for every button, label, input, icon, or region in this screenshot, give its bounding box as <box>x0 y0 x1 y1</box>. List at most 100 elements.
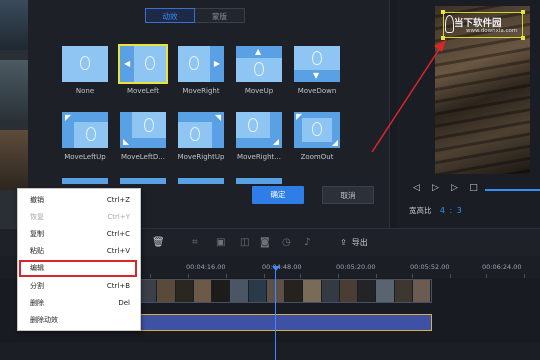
effect-move-left-down[interactable]: ◣ MoveLeftD... <box>114 112 172 161</box>
frame-icon[interactable]: ▣ <box>216 237 225 248</box>
effect-thumbnail: ◢ <box>236 112 282 148</box>
effect-move-left-up[interactable]: ◤ MoveLeftUp <box>56 112 114 161</box>
video-preview[interactable]: 当下软件园 www.downxia.com <box>435 6 530 174</box>
effect-label: MoveRight <box>182 87 220 95</box>
balloon-icon <box>312 51 322 65</box>
menu-item-edit[interactable]: 编辑 <box>19 260 137 277</box>
time-label: 00:04:16.00 <box>186 263 226 271</box>
audio-track-clip[interactable] <box>138 314 432 331</box>
effect-cell[interactable] <box>172 178 230 184</box>
menu-item-shortcut: Ctrl+C <box>106 230 130 238</box>
effect-thumbnail: ◥ <box>178 112 224 148</box>
menu-item-label: 分割 <box>30 282 44 290</box>
effect-move-right-down[interactable]: ◢ MoveRight... <box>230 112 288 161</box>
balloon-icon <box>145 56 155 70</box>
effect-thumbnail: ◤ <box>62 112 108 148</box>
arrow-up-left-icon: ◤ <box>65 113 72 122</box>
aspect-ratio[interactable]: 宽高比 4 : 3 <box>409 205 463 216</box>
menu-item-label: 删除动效 <box>30 316 58 324</box>
microphone-icon[interactable]: ♪ <box>304 237 310 248</box>
time-label: 00:04:48.00 <box>262 263 302 271</box>
watermark-selection[interactable]: 当下软件园 www.downxia.com <box>441 10 525 40</box>
balloon-icon <box>248 118 258 132</box>
effect-zoom-out[interactable]: ◤ ◢ ZoomOut <box>288 112 346 161</box>
effect-move-down[interactable]: ▼ MoveDown <box>288 46 346 95</box>
effect-cell[interactable] <box>114 178 172 184</box>
menu-item-delete[interactable]: 删除 Del <box>18 295 142 312</box>
media-thumbnail[interactable] <box>0 130 28 190</box>
export-button[interactable]: ⇪ 导出 <box>340 237 368 248</box>
resize-handle[interactable] <box>521 10 525 14</box>
menu-item-label: 编辑 <box>30 264 44 272</box>
effect-label: MoveRightUp <box>177 153 225 161</box>
time-label: 00:06:24.00 <box>482 263 522 271</box>
play-icon[interactable]: ▷ <box>426 183 445 193</box>
aspect-ratio-value: 4 : 3 <box>439 206 463 215</box>
zoom-out-icon: ◤ <box>296 112 303 121</box>
effect-label: MoveRight... <box>237 153 281 161</box>
playhead[interactable] <box>275 268 276 360</box>
snapshot-icon[interactable]: ◙ <box>260 237 270 248</box>
menu-item-paste[interactable]: 粘贴 Ctrl+V <box>18 243 142 260</box>
effect-label: MoveLeftUp <box>64 153 106 161</box>
time-label: 00:05:20.00 <box>336 263 376 271</box>
video-track-clip[interactable] <box>138 279 432 303</box>
effect-label: MoveDown <box>297 87 337 95</box>
menu-item-redo[interactable]: 恢复 Ctrl+Y <box>18 209 142 226</box>
effect-move-up[interactable]: ▲ MoveUp <box>230 46 288 95</box>
effect-move-right[interactable]: ▶ MoveRight <box>172 46 230 95</box>
resize-handle[interactable] <box>441 10 445 14</box>
effect-thumbnail: ▶ <box>178 46 224 82</box>
balloon-icon <box>312 122 322 136</box>
clock-icon[interactable]: ◷ <box>282 237 291 248</box>
resize-handle[interactable] <box>441 36 445 40</box>
effect-cell[interactable] <box>56 178 114 184</box>
step-forward-icon[interactable]: ▷ <box>445 183 464 193</box>
zoom-out-icon: ◢ <box>331 138 338 147</box>
menu-item-label: 恢复 <box>30 213 44 221</box>
step-back-icon[interactable]: ◁ <box>407 183 426 193</box>
menu-item-undo[interactable]: 撤销 Ctrl+Z <box>18 192 142 209</box>
menu-item-split[interactable]: 分割 Ctrl+B <box>18 278 142 295</box>
effect-move-left[interactable]: ◀ MoveLeft <box>114 44 172 95</box>
media-thumbnail[interactable] <box>0 60 28 120</box>
stop-icon[interactable]: □ <box>464 183 483 193</box>
cancel-button[interactable]: 取消 <box>322 186 374 204</box>
time-label: 00:05:52.00 <box>410 263 450 271</box>
delete-icon[interactable]: 🗑 <box>152 237 165 248</box>
arrow-left-icon: ◀ <box>124 59 131 68</box>
edit-frame-icon[interactable]: ◫ <box>240 237 249 248</box>
menu-item-shortcut: Ctrl+V <box>106 247 130 255</box>
tab-mask[interactable]: 蒙版 <box>195 8 245 23</box>
menu-item-delete-effect[interactable]: 删除动效 <box>18 312 142 329</box>
watermark-url: www.downxia.com <box>466 28 518 34</box>
balloon-icon <box>86 127 96 141</box>
effect-move-right-up[interactable]: ◥ MoveRightUp <box>172 112 230 161</box>
effect-thumbnail <box>236 178 282 184</box>
export-icon: ⇪ <box>340 238 347 247</box>
tab-animation[interactable]: 动效 <box>145 8 195 23</box>
playhead-handle[interactable] <box>272 266 280 271</box>
effect-cell[interactable] <box>230 178 288 184</box>
menu-item-shortcut: Ctrl+Y <box>107 213 130 221</box>
timeline-empty-track <box>0 342 540 360</box>
effect-label: ZoomOut <box>300 153 334 161</box>
effect-thumbnail: ◣ <box>120 112 166 148</box>
player-controls: ◁ ▷ ▷ □ <box>407 183 483 193</box>
confirm-button[interactable]: 确定 <box>252 186 304 204</box>
crop-icon[interactable]: ⌗ <box>192 237 198 248</box>
aspect-ratio-label: 宽高比 <box>409 206 432 215</box>
effect-thumbnail <box>120 178 166 184</box>
arrow-down-left-icon: ◣ <box>123 137 130 146</box>
effect-label: MoveLeft <box>127 87 159 95</box>
arrow-down-right-icon: ◢ <box>272 137 279 146</box>
menu-item-shortcut: Ctrl+Z <box>106 196 130 204</box>
menu-item-label: 复制 <box>30 230 44 238</box>
playback-progress-bar[interactable] <box>485 189 540 191</box>
effect-none[interactable]: None <box>56 46 114 95</box>
media-thumbnail[interactable] <box>0 0 28 50</box>
effect-thumbnail: ◤ ◢ <box>294 112 340 148</box>
menu-item-copy[interactable]: 复制 Ctrl+C <box>18 226 142 243</box>
resize-handle[interactable] <box>521 36 525 40</box>
effect-thumbnail <box>62 46 108 82</box>
